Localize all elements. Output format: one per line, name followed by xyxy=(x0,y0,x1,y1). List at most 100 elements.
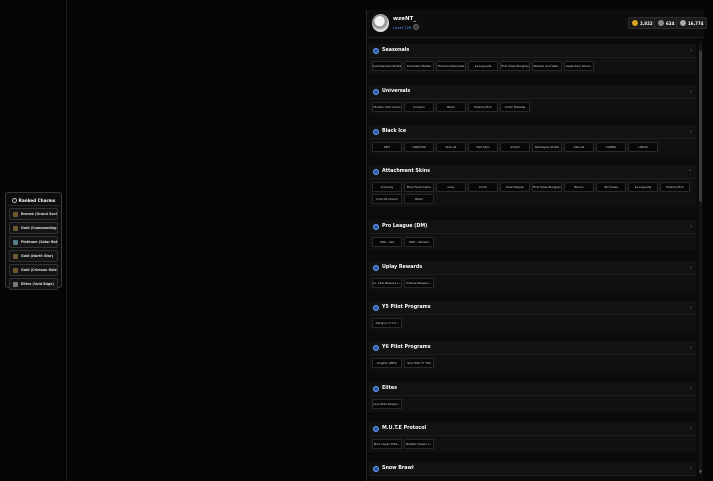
main-panel: wzeNT_ Level 126 2,822 624 16,774 Season… xyxy=(366,10,708,481)
section-header[interactable]: Snow Brawl › xyxy=(369,462,696,476)
section-header[interactable]: Y6 Pilot Programs › xyxy=(369,341,696,355)
charm-item[interactable]: PRO - Set xyxy=(372,237,402,247)
chevron-right-icon[interactable]: › xyxy=(690,345,692,351)
ranked-charm-item[interactable]: Gold (Commanding F... xyxy=(9,222,58,234)
ranked-charm-item[interactable]: Elites (Void Edge) xyxy=(9,278,58,290)
charm-item[interactable]: Knights (MP5) xyxy=(372,358,402,368)
section-items: MP7 CSRX300 AUG A2 P10 Shm ACS12 Mantagne Shi… xyxy=(369,139,696,155)
ranked-charm-label: Elites (Void Edge) xyxy=(21,282,54,286)
chevron-right-icon[interactable]: › xyxy=(690,386,692,392)
charm-item[interactable]: First Class Burglary xyxy=(500,61,530,71)
charm-item[interactable]: Black xyxy=(436,102,466,112)
section-universals: Universals › Modern USA Camo Crimson Black Pl… xyxy=(369,85,696,115)
section-items: Modern USA Camo Crimson Black Plasma Pink Ar… xyxy=(369,99,696,115)
section-header[interactable]: Black Ice › xyxy=(369,125,696,139)
charm-item[interactable]: Sunbleached Strata xyxy=(372,61,402,71)
chevron-right-icon[interactable]: › xyxy=(690,129,692,135)
charm-item[interactable]: Anomaly xyxy=(372,182,402,192)
charm-item[interactable]: Crimson xyxy=(404,102,434,112)
charm-item[interactable]: ASG A2 xyxy=(564,142,594,152)
charm-item[interactable]: Nobled Classic L... xyxy=(404,439,434,449)
section-header[interactable]: Universals › xyxy=(369,85,696,99)
section-header[interactable]: Attachment Skins ⌃ xyxy=(369,165,696,179)
section-icon xyxy=(373,128,379,135)
chevron-right-icon[interactable]: › xyxy=(690,89,692,95)
section-title: Elites xyxy=(382,386,397,391)
charm-item[interactable]: La Leyenda xyxy=(628,182,658,192)
section-header[interactable]: Y5 Pilot Programs › xyxy=(369,301,696,315)
charm-item[interactable]: Pearl Ripple xyxy=(500,182,530,192)
charm-item[interactable]: Arctic xyxy=(468,182,498,192)
charm-item[interactable]: MP7 xyxy=(372,142,402,152)
scroll-down-icon[interactable]: ▼ xyxy=(698,469,703,474)
scrollbar-thumb[interactable] xyxy=(699,50,702,202)
ranked-charm-item[interactable]: Gold (North Star) xyxy=(9,250,58,262)
credits-icon xyxy=(680,20,686,26)
section-icon xyxy=(373,344,379,351)
chevron-right-icon[interactable]: › xyxy=(690,265,692,271)
charm-item[interactable]: Lv. Club Reward L... xyxy=(372,278,402,288)
ranked-charms-header[interactable]: Ranked Charms xyxy=(8,195,59,206)
charm-item[interactable]: Legendary Silver... xyxy=(564,61,594,71)
charm-item[interactable]: Octane Weapon... xyxy=(404,278,434,288)
charm-item[interactable]: Colorful Charm xyxy=(372,194,402,204)
charm-item[interactable]: Mantagne Shield xyxy=(532,142,562,152)
charm-icon xyxy=(13,267,18,273)
charm-item[interactable]: AUG A2 xyxy=(436,142,466,152)
charm-item[interactable]: CSRX300 xyxy=(404,142,434,152)
ranked-charm-item[interactable]: Platinum (Solar Bath) xyxy=(9,236,58,248)
left-divider xyxy=(66,0,67,481)
section-snow-brawl: Snow Brawl › xyxy=(369,462,696,476)
section-title: Pro League (DM) xyxy=(382,224,428,229)
charm-item[interactable]: Plasma Pink xyxy=(468,102,498,112)
charm-item[interactable]: USP40 xyxy=(628,142,658,152)
currency-credits: 16,774 xyxy=(676,17,708,29)
charm-item[interactable]: P10 Shm xyxy=(468,142,498,152)
charm-item[interactable]: Darkjinn 3 Y-5... xyxy=(372,318,402,328)
chevron-right-icon[interactable]: › xyxy=(690,224,692,230)
ranked-charm-label: Platinum (Solar Bath) xyxy=(21,240,58,244)
chevron-up-icon[interactable]: ⌃ xyxy=(688,169,692,175)
charm-item[interactable]: CAMRS xyxy=(596,142,626,152)
user-level: Level 126 xyxy=(393,25,412,30)
chevron-right-icon[interactable]: › xyxy=(690,466,692,472)
charm-item[interactable]: First Class Burglary xyxy=(532,182,562,192)
charm-item[interactable]: Arctic Maladie xyxy=(500,102,530,112)
section-header[interactable]: Pro League (DM) › xyxy=(369,220,696,234)
charm-item[interactable]: Iana Elite Design... xyxy=(372,399,402,409)
section-header[interactable]: Seasonals › xyxy=(369,44,696,58)
charm-item[interactable]: Brown xyxy=(564,182,594,192)
section-title: Black Ice xyxy=(382,129,407,134)
section-icon xyxy=(373,425,379,432)
charm-item[interactable]: Black xyxy=(404,194,434,204)
chevron-right-icon[interactable]: › xyxy=(690,305,692,311)
charm-item[interactable]: Plasma Pink xyxy=(660,182,690,192)
charm-item[interactable]: Blue Hued Camo xyxy=(404,182,434,192)
charm-item[interactable]: La Leyenda xyxy=(468,61,498,71)
charm-item[interactable]: Tall Grass xyxy=(596,182,626,192)
section-header[interactable]: Uplay Rewards › xyxy=(369,261,696,275)
section-header[interactable]: Elites › xyxy=(369,382,696,396)
chevron-right-icon[interactable]: › xyxy=(690,426,692,432)
charm-item[interactable]: Gray xyxy=(436,182,466,192)
charm-item[interactable]: ACS12 xyxy=(500,142,530,152)
ranked-charm-item[interactable]: Bronze (Grand Savior) xyxy=(9,208,58,220)
charm-item[interactable]: PRO - Stonart xyxy=(404,237,434,247)
section-header[interactable]: M.U.T.E Protocol › xyxy=(369,422,696,436)
section-title: Universals xyxy=(382,89,411,94)
scrollbar[interactable] xyxy=(699,42,702,474)
gold-coin-icon xyxy=(632,20,638,26)
charm-item[interactable]: Thermal Sekundes xyxy=(436,61,466,71)
avatar[interactable] xyxy=(372,14,389,32)
ranked-charms-title: Ranked Charms xyxy=(18,197,56,203)
info-icon[interactable] xyxy=(413,24,419,30)
currency-token: 624 xyxy=(654,17,679,29)
charm-item[interactable]: Mira Imperi Elite... xyxy=(372,439,402,449)
charm-item[interactable]: Mission and Vast... xyxy=(532,61,562,71)
ranked-charm-item[interactable]: Gold (Crimson Gale) xyxy=(9,264,58,276)
charm-item[interactable]: Modern USA Camo xyxy=(372,102,402,112)
section-title: Snow Brawl xyxy=(382,466,414,471)
charm-item[interactable]: Sunbeam Stalker xyxy=(404,61,434,71)
chevron-right-icon[interactable]: › xyxy=(690,48,692,54)
charm-item[interactable]: Skin 506 YY Y6S xyxy=(404,358,434,368)
